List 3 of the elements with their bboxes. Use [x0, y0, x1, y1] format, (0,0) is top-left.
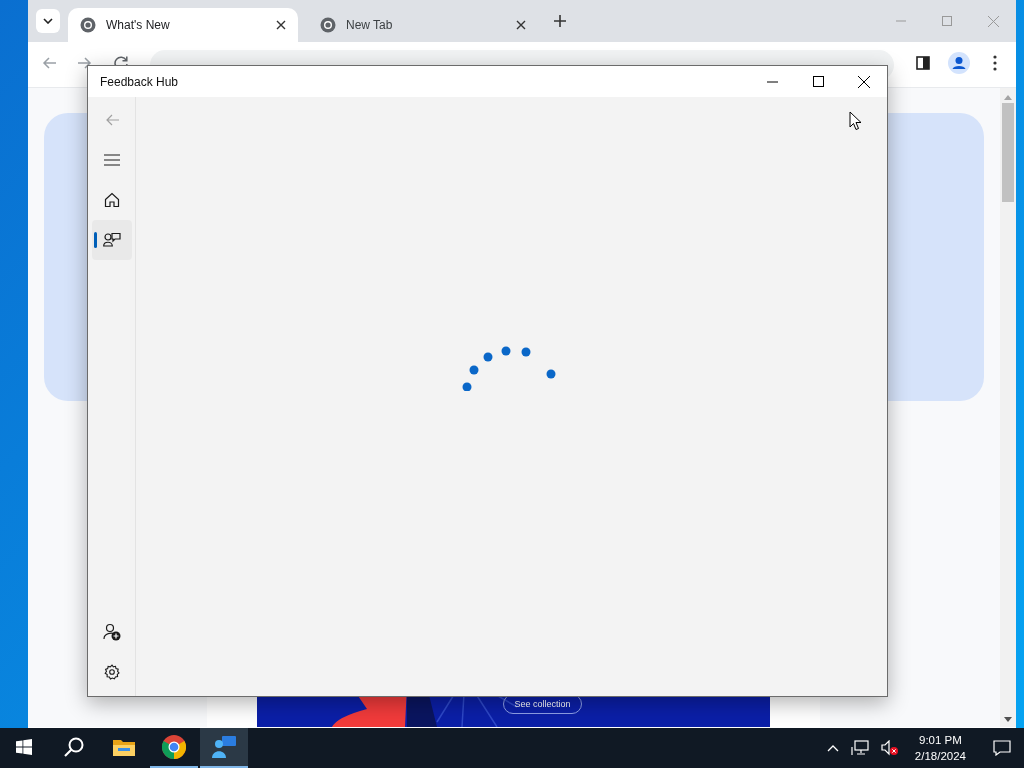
clock-time: 9:01 PM — [919, 733, 962, 748]
window-title: Feedback Hub — [100, 74, 179, 89]
clock-date: 2/18/2024 — [914, 749, 966, 764]
